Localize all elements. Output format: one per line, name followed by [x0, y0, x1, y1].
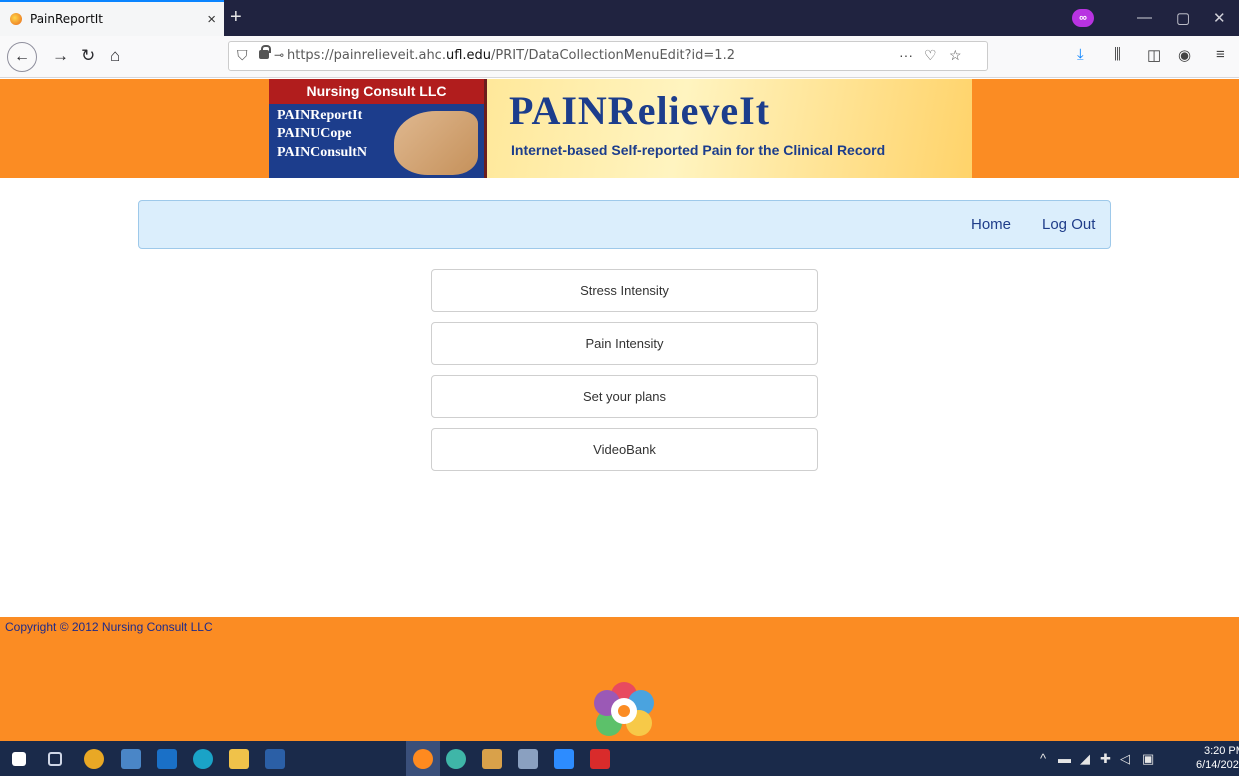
- url-text[interactable]: https://painrelieveit.ahc.ufl.edu/PRIT/D…: [287, 48, 735, 63]
- home-link[interactable]: Home: [971, 216, 1011, 233]
- app-icon[interactable]: [446, 749, 466, 769]
- address-bar[interactable]: ⛉ ⊸ https://painrelieveit.ahc.ufl.edu/PR…: [228, 41, 988, 71]
- library-icon[interactable]: ⫼: [1114, 46, 1121, 63]
- windows-start-icon[interactable]: [12, 752, 26, 766]
- copyright-text: Copyright © 2012 Nursing Consult LLC: [5, 620, 213, 634]
- site-footer: Copyright © 2012 Nursing Consult LLC: [0, 617, 1239, 741]
- account-icon[interactable]: ◉: [1178, 46, 1191, 64]
- site-favicon-icon: [10, 13, 22, 25]
- wifi-icon[interactable]: ◢: [1080, 751, 1090, 767]
- page-actions-icon[interactable]: ···: [899, 47, 913, 63]
- product-painucope: PAINUCope: [277, 126, 352, 141]
- product-painreportit: PAINReportIt: [277, 108, 363, 123]
- app-icon[interactable]: [518, 749, 538, 769]
- language-icon[interactable]: [482, 749, 502, 769]
- app-icon[interactable]: [121, 749, 141, 769]
- product-painconsultn: PAINConsultN: [277, 145, 367, 160]
- set-your-plans-button[interactable]: Set your plans: [431, 375, 818, 418]
- browser-tab[interactable]: PainReportIt ×: [0, 0, 224, 36]
- new-tab-button[interactable]: +: [230, 6, 242, 29]
- pocket-icon[interactable]: ♡: [924, 47, 937, 64]
- navigation-bar: Home Log Out: [138, 200, 1111, 249]
- file-explorer-icon[interactable]: [229, 749, 249, 769]
- product-list-panel: Nursing Consult LLC PAINReportIt PAINUCo…: [269, 79, 484, 178]
- windows-taskbar: ^ ▬ ◢ ✚ ◁ ▣ 3:20 PM 6/14/2021: [0, 741, 1239, 776]
- zoom-icon[interactable]: [554, 749, 574, 769]
- hand-graphic: [394, 111, 478, 175]
- tray-app-icon[interactable]: ✚: [1100, 751, 1111, 767]
- tray-app-icon[interactable]: ▬: [1058, 751, 1071, 766]
- sidebar-icon[interactable]: ◫: [1147, 46, 1161, 64]
- site-header: Nursing Consult LLC PAINReportIt PAINUCo…: [0, 79, 1239, 178]
- reload-icon[interactable]: ↻: [81, 46, 95, 66]
- edge-icon[interactable]: [193, 749, 213, 769]
- download-icon[interactable]: ⤓: [1077, 46, 1084, 63]
- flower-logo-icon: [594, 682, 654, 736]
- notification-icon[interactable]: ▣: [1142, 751, 1154, 767]
- tray-chevron-icon[interactable]: ^: [1040, 751, 1046, 766]
- acrobat-icon[interactable]: [590, 749, 610, 769]
- chrome-icon[interactable]: [84, 749, 104, 769]
- browser-toolbar: ← → ↻ ⌂ ⛉ ⊸ https://painrelieveit.ahc.uf…: [0, 36, 1239, 78]
- home-icon[interactable]: ⌂: [110, 46, 120, 66]
- private-mask-icon: ∞: [1072, 9, 1094, 27]
- restore-icon[interactable]: ▢: [1176, 9, 1190, 27]
- logout-link[interactable]: Log Out: [1042, 216, 1095, 233]
- logo-panel: PAINRelieveIt Internet-based Self-report…: [484, 79, 972, 178]
- outlook-icon[interactable]: [157, 749, 177, 769]
- company-name: Nursing Consult LLC: [269, 79, 484, 104]
- stress-intensity-button[interactable]: Stress Intensity: [431, 269, 818, 312]
- volume-icon[interactable]: ◁: [1120, 751, 1130, 767]
- videobank-button[interactable]: VideoBank: [431, 428, 818, 471]
- key-icon: ⊸: [274, 48, 285, 62]
- tracking-shield-icon[interactable]: ⛉: [237, 47, 248, 64]
- tab-close-icon[interactable]: ×: [207, 11, 216, 28]
- site-tagline: Internet-based Self-reported Pain for th…: [511, 142, 886, 158]
- lock-icon[interactable]: [259, 45, 271, 59]
- tab-title: PainReportIt: [30, 12, 104, 26]
- clock-date: 6/14/2021: [1196, 759, 1239, 771]
- back-arrow-icon[interactable]: ←: [7, 42, 37, 72]
- firefox-icon[interactable]: [413, 749, 433, 769]
- site-banner: Nursing Consult LLC PAINReportIt PAINUCo…: [269, 79, 972, 178]
- close-window-icon[interactable]: ✕: [1213, 9, 1226, 27]
- pain-intensity-button[interactable]: Pain Intensity: [431, 322, 818, 365]
- clock-time: 3:20 PM: [1203, 745, 1239, 757]
- taskbar-clock[interactable]: 3:20 PM 6/14/2021: [1196, 744, 1239, 772]
- bookmark-star-icon[interactable]: ☆: [949, 47, 962, 64]
- forward-arrow-icon[interactable]: →: [52, 46, 69, 66]
- word-icon[interactable]: [265, 749, 285, 769]
- menu-hamburger-icon[interactable]: ≡: [1216, 46, 1225, 63]
- task-view-icon[interactable]: [48, 752, 62, 766]
- browser-tab-strip: PainReportIt × + ∞ — ▢ ✕: [0, 0, 1239, 36]
- site-logo: PAINRelieveIt: [509, 88, 771, 133]
- minimize-icon[interactable]: —: [1137, 9, 1152, 26]
